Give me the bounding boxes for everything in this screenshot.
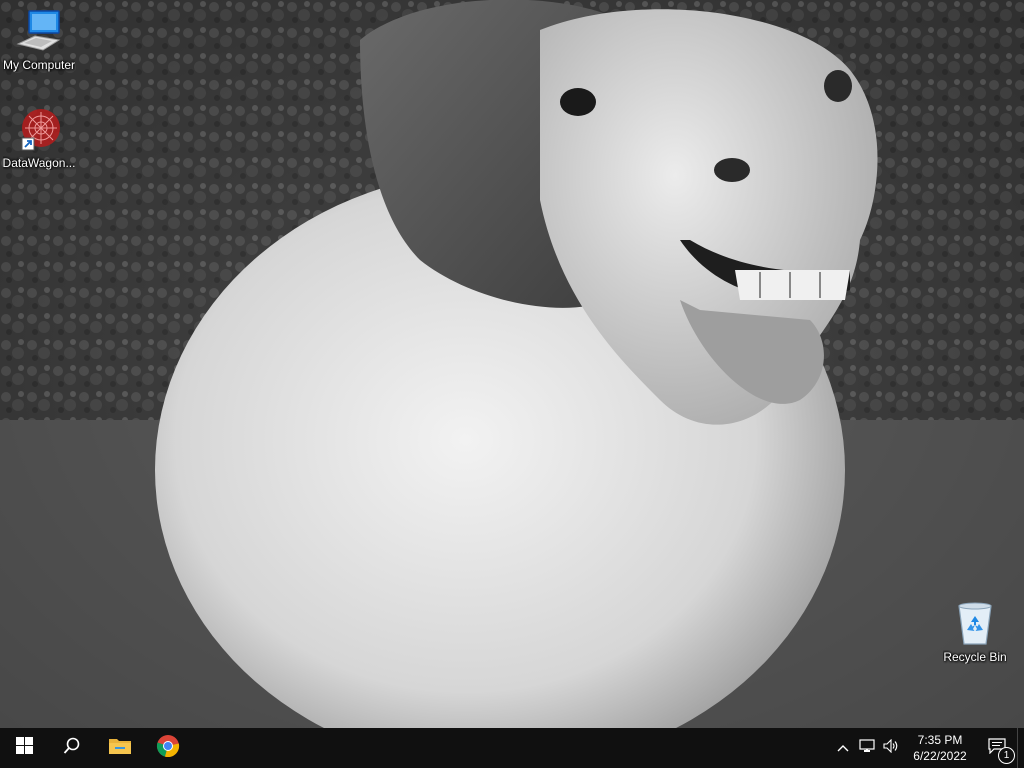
desktop-icon-recycle-bin[interactable]: Recycle Bin <box>937 600 1013 664</box>
recycle-bin-icon <box>951 600 999 646</box>
folder-icon <box>108 736 132 761</box>
desktop: My Computer DataWagon... Recycle Bin <box>0 0 1024 728</box>
computer-icon <box>15 8 63 54</box>
clock[interactable]: 7:35 PM 6/22/2022 <box>903 728 977 768</box>
windows-logo-icon <box>15 737 33 759</box>
desktop-icon-label: Recycle Bin <box>943 650 1007 664</box>
show-desktop-button[interactable] <box>1017 728 1024 768</box>
chevron-up-icon <box>837 739 849 757</box>
volume-button[interactable] <box>879 728 903 768</box>
file-explorer-button[interactable] <box>96 728 144 768</box>
clock-date: 6/22/2022 <box>913 749 967 763</box>
start-button[interactable] <box>0 728 48 768</box>
taskbar: 7:35 PM 6/22/2022 1 <box>0 728 1024 768</box>
search-icon <box>63 737 81 760</box>
chrome-icon <box>156 734 180 763</box>
datawagon-app-icon <box>15 106 63 152</box>
desktop-icon-datawagon[interactable]: DataWagon... <box>1 106 77 170</box>
desktop-icon-my-computer[interactable]: My Computer <box>1 8 77 72</box>
desktop-icon-label: My Computer <box>2 58 76 72</box>
network-status-button[interactable] <box>855 728 879 768</box>
action-center-button[interactable]: 1 <box>977 728 1017 768</box>
clock-time: 7:35 PM <box>917 733 963 747</box>
desktop-icon-label: DataWagon... <box>2 156 76 170</box>
show-hidden-icons-button[interactable] <box>831 728 855 768</box>
wallpaper-image <box>0 0 1024 728</box>
chrome-button[interactable] <box>144 728 192 768</box>
volume-icon <box>883 738 899 758</box>
notification-count-badge: 1 <box>998 747 1015 764</box>
search-button[interactable] <box>48 728 96 768</box>
network-icon <box>859 738 875 758</box>
